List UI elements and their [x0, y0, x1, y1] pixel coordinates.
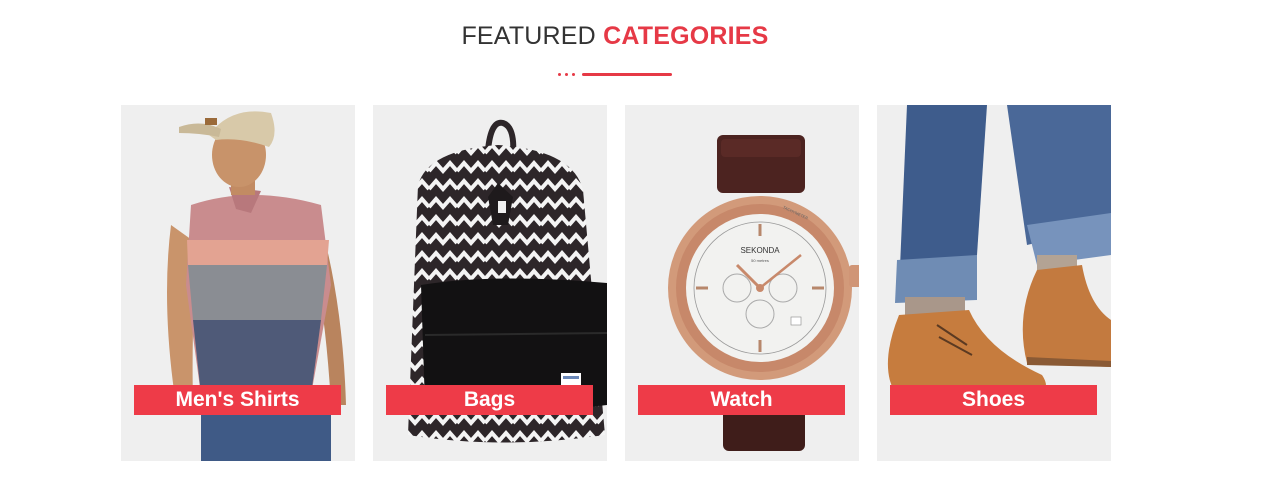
divider-dot: [558, 73, 561, 76]
watch-subtext: 50 metres: [751, 258, 769, 263]
category-card-watch[interactable]: SEKONDA 50 metres TACHYMETER Watch: [625, 105, 859, 461]
category-label[interactable]: Shoes: [890, 385, 1097, 415]
category-label[interactable]: Men's Shirts: [134, 385, 341, 415]
divider-dot: [565, 73, 568, 76]
watch-brand: SEKONDA: [740, 246, 780, 255]
heading-divider: [558, 72, 673, 77]
category-card-mens-shirts[interactable]: Men's Shirts: [121, 105, 355, 461]
category-label[interactable]: Watch: [638, 385, 845, 415]
category-label[interactable]: Bags: [386, 385, 593, 415]
category-card-bags[interactable]: Bags: [373, 105, 607, 461]
heading-plain: FEATURED: [461, 22, 596, 50]
divider-dot: [572, 73, 575, 76]
featured-categories-section: FEATURED CATEGORIES Men's Shirts Bags SE…: [0, 0, 1261, 491]
heading-accent: CATEGORIES: [603, 22, 769, 50]
category-card-shoes[interactable]: Shoes: [877, 105, 1111, 461]
divider-bar: [582, 73, 672, 76]
section-heading: FEATURED CATEGORIES: [0, 22, 1230, 51]
